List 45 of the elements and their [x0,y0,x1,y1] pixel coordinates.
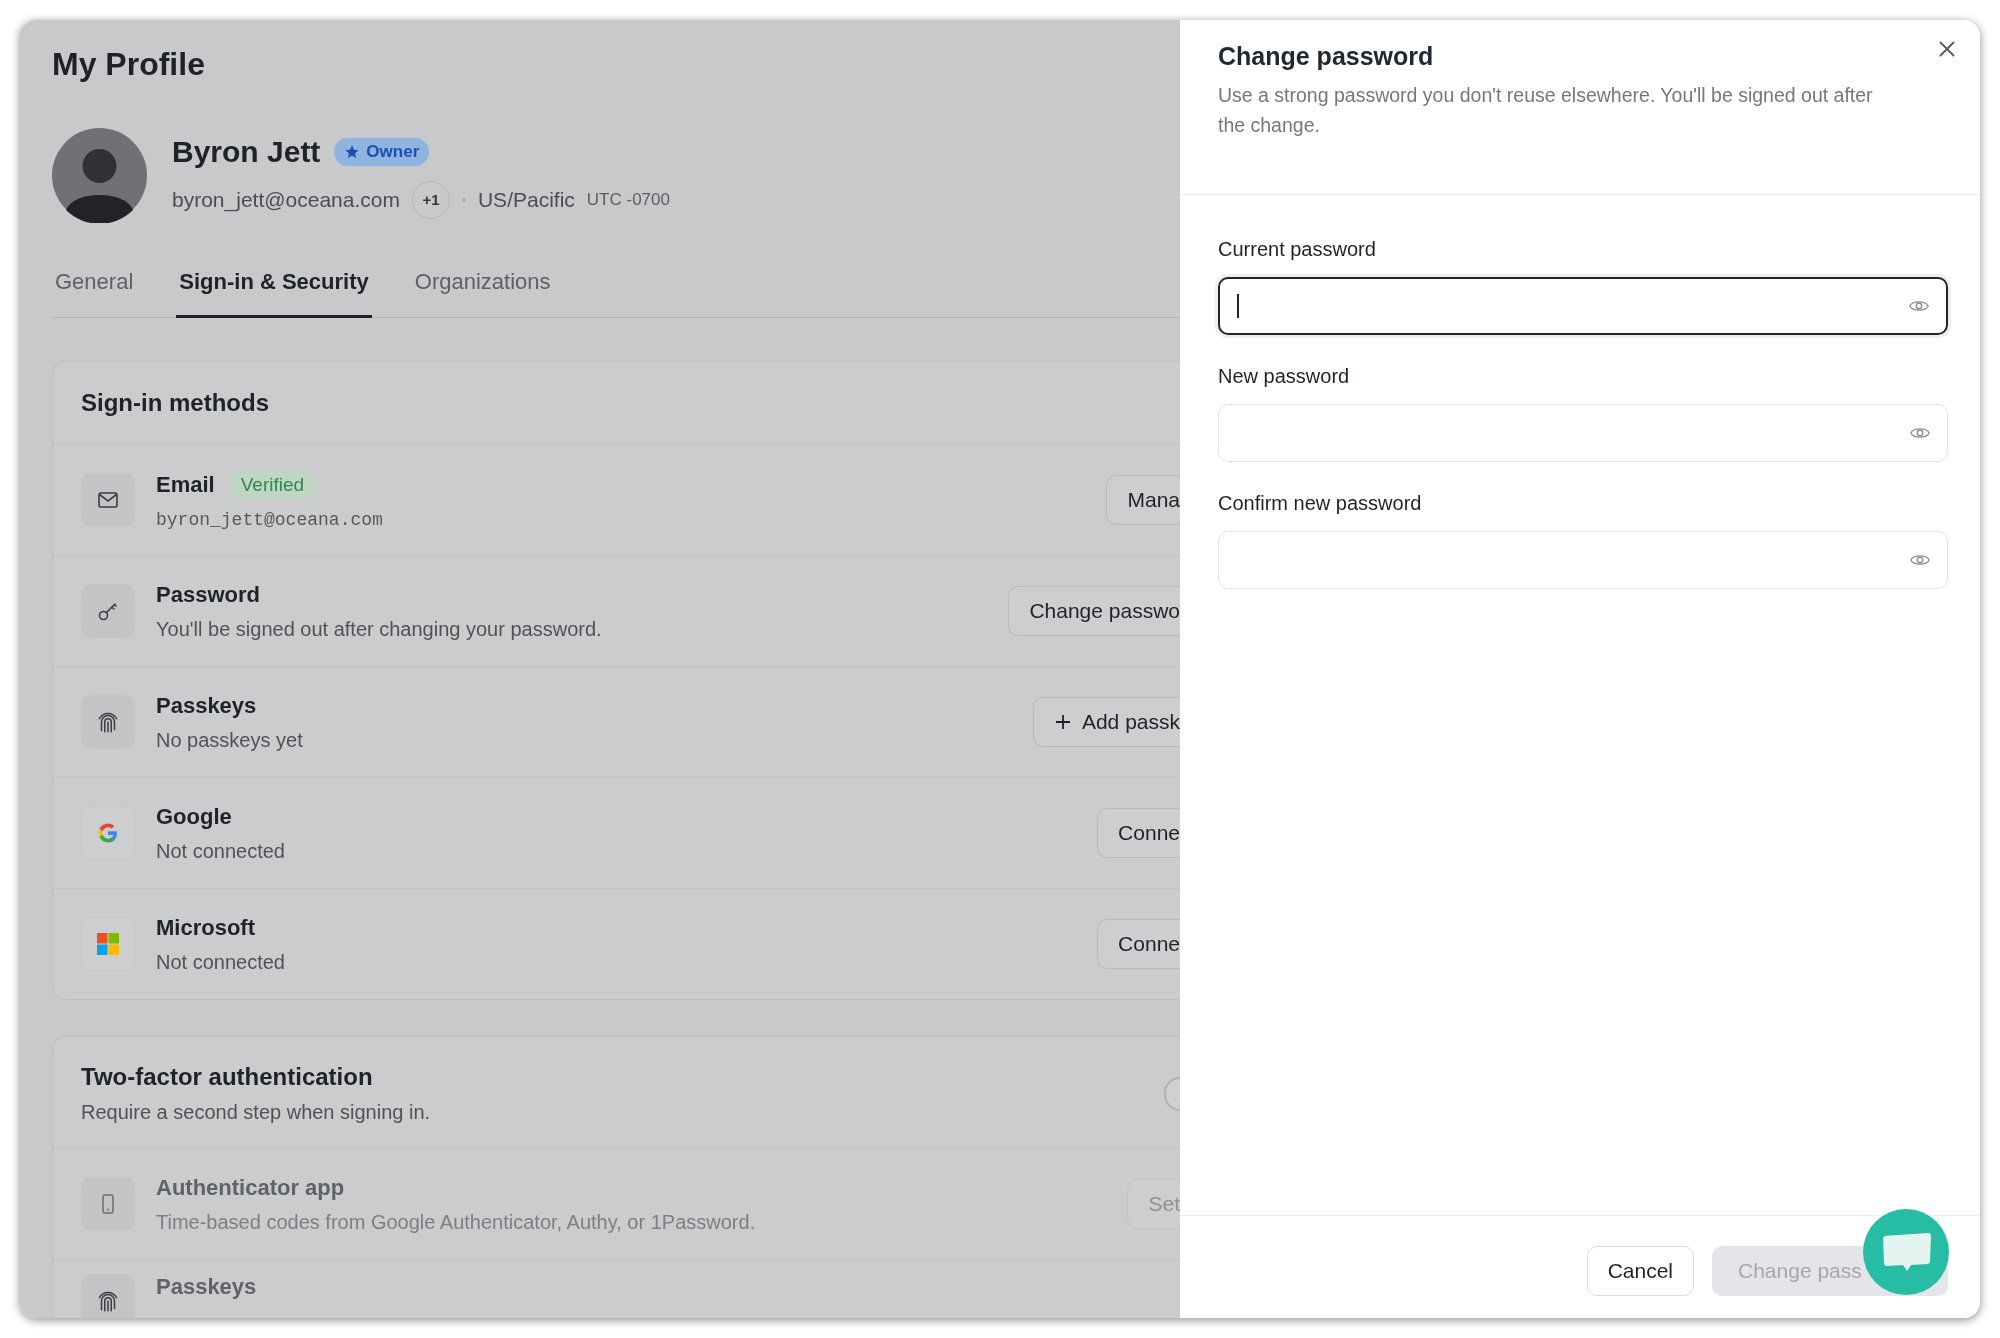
user-email: byron_jett@oceana.com [172,187,400,212]
method-title: Passkeys [156,692,257,719]
method-detail: No passkeys yet [156,728,304,752]
section-title: Sign-in methods [81,389,269,417]
google-g-icon [96,821,120,845]
utc-offset: UTC -0700 [586,189,670,210]
method-title: Password [156,581,260,608]
action-button[interactable]: Change passwo [1008,586,1180,636]
drawer-description: Use a strong password you don't reuse elsewhere. You'll be signed out after the change. [1218,83,1874,138]
method-title: Email [156,472,215,498]
field-label: New password [1218,364,1351,388]
field-label: Current password [1218,237,1377,261]
section-subtitle: Require a second step when signing in. [81,1101,432,1124]
field-label: Confirm new password [1218,491,1423,515]
method-title: Google [156,803,232,830]
owner-badge: Owner [334,137,430,166]
star-icon [344,143,361,160]
tab[interactable]: Sign-in & Security [176,253,372,318]
method-detail: You'll be signed out after changing your password. [156,617,603,641]
plus-icon [1053,713,1072,731]
password-field[interactable] [1218,277,1948,335]
verified-badge: Verified [228,470,317,500]
method-title: Passkeys [156,1274,257,1300]
action-button[interactable]: Conne [1097,808,1180,858]
chat-bubble-icon[interactable] [1863,1209,1949,1295]
tab[interactable]: Organizations [411,253,554,318]
method-detail: Not connected [156,839,286,863]
timezone: US/Pacific [477,187,575,212]
method-detail: byron_jett@oceana.com [156,510,384,530]
page-title: My Profile [52,45,206,84]
four-squares-icon [97,933,119,955]
user-name: Byron Jett [172,133,321,170]
cancel-button[interactable]: Cancel [1586,1246,1694,1296]
method-detail: Not connected [156,950,286,974]
section-title: Two-factor authentication [81,1063,374,1091]
tab[interactable]: General [52,253,137,318]
method-title: Microsoft [156,914,255,941]
action-button[interactable]: Mana [1106,475,1180,525]
method-title: Authenticator app [156,1174,345,1201]
action-button[interactable]: Conne [1097,919,1180,969]
action-button[interactable]: Add passk [1032,697,1180,747]
drawer-title: Change password [1218,41,1435,72]
method-detail: Time-based codes from Google Authenticator, Authy, or 1Password. [156,1210,757,1234]
close-icon [1938,40,1956,58]
toggle-switch[interactable] [1164,1076,1180,1111]
